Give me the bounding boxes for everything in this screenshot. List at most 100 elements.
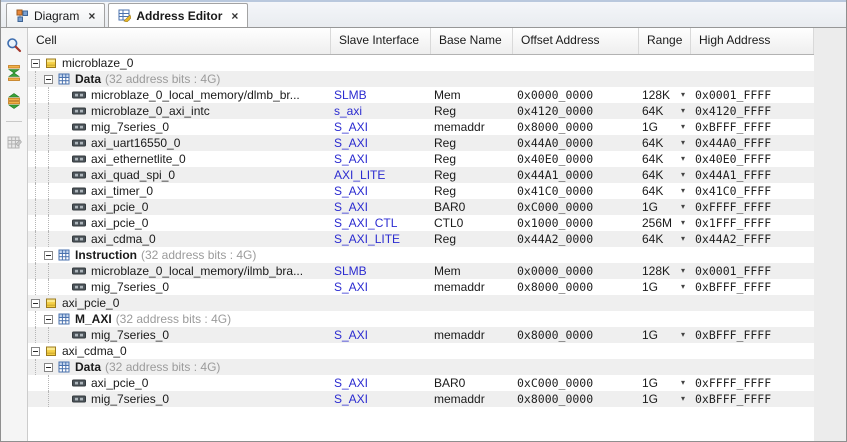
expander-toggle[interactable] xyxy=(44,362,53,372)
column-header-slave-interface[interactable]: Slave Interface xyxy=(331,28,431,54)
table-row[interactable]: mig_7series_0 S_AXI memaddr 0x8000_0000 1G ▾ 0… xyxy=(28,327,814,343)
chevron-down-icon[interactable]: ▾ xyxy=(681,199,685,215)
chevron-down-icon[interactable]: ▾ xyxy=(681,215,685,231)
offset-address-value[interactable]: 0x8000_0000 xyxy=(513,279,639,295)
close-icon[interactable]: × xyxy=(231,9,238,23)
auto-assign-address-icon[interactable] xyxy=(5,133,23,151)
slave-interface-link[interactable]: S_AXI xyxy=(331,199,431,215)
table-row[interactable]: M_AXI (32 address bits : 4G) xyxy=(28,311,814,327)
table-row[interactable]: axi_cdma_0 xyxy=(28,343,814,359)
chevron-down-icon[interactable]: ▾ xyxy=(681,391,685,407)
close-icon[interactable]: × xyxy=(88,9,95,23)
offset-address-value[interactable]: 0xC000_0000 xyxy=(513,199,639,215)
slave-interface-link[interactable]: S_AXI xyxy=(331,135,431,151)
offset-address-value[interactable]: 0x41C0_0000 xyxy=(513,183,639,199)
expander-toggle[interactable] xyxy=(44,250,53,260)
expander-toggle[interactable] xyxy=(31,346,40,356)
offset-address-value[interactable]: 0x44A2_0000 xyxy=(513,231,639,247)
range-dropdown[interactable]: 64K ▾ xyxy=(639,103,691,119)
chevron-down-icon[interactable]: ▾ xyxy=(681,263,685,279)
slave-interface-link[interactable]: S_AXI xyxy=(331,183,431,199)
chevron-down-icon[interactable]: ▾ xyxy=(681,103,685,119)
table-row[interactable]: microblaze_0_axi_intc s_axi Reg 0x4120_0000… xyxy=(28,103,814,119)
offset-address-value[interactable]: 0x0000_0000 xyxy=(513,263,639,279)
column-header-cell[interactable]: Cell xyxy=(28,28,331,54)
range-dropdown[interactable]: 64K ▾ xyxy=(639,151,691,167)
range-dropdown[interactable]: 64K ▾ xyxy=(639,231,691,247)
table-row[interactable]: microblaze_0_local_memory/dlmb_br... SLMB… xyxy=(28,87,814,103)
chevron-down-icon[interactable]: ▾ xyxy=(681,279,685,295)
table-row[interactable]: axi_uart16550_0 S_AXI Reg 0x44A0_0000 64K ▾ 0x… xyxy=(28,135,814,151)
table-row[interactable]: axi_ethernetlite_0 S_AXI Reg 0x40E0_0000 64K… xyxy=(28,151,814,167)
column-header-base-name[interactable]: Base Name xyxy=(431,28,513,54)
range-dropdown[interactable]: 128K ▾ xyxy=(639,263,691,279)
slave-interface-link[interactable]: S_AXI xyxy=(331,279,431,295)
slave-interface-link[interactable]: S_AXI xyxy=(331,391,431,407)
slave-interface-link[interactable]: AXI_LITE xyxy=(331,167,431,183)
offset-address-value[interactable]: 0x0000_0000 xyxy=(513,87,639,103)
range-dropdown[interactable]: 1G ▾ xyxy=(639,119,691,135)
offset-address-value[interactable]: 0x8000_0000 xyxy=(513,327,639,343)
range-dropdown[interactable]: 1G ▾ xyxy=(639,199,691,215)
column-header-high-address[interactable]: High Address xyxy=(691,28,814,54)
expander-toggle[interactable] xyxy=(31,58,40,68)
table-row[interactable]: axi_quad_spi_0 AXI_LITE Reg 0x44A1_0000 64K ▾… xyxy=(28,167,814,183)
slave-interface-link[interactable]: S_AXI xyxy=(331,327,431,343)
table-row[interactable]: Data (32 address bits : 4G) xyxy=(28,359,814,375)
offset-address-value[interactable]: 0x8000_0000 xyxy=(513,391,639,407)
chevron-down-icon[interactable]: ▾ xyxy=(681,231,685,247)
table-row[interactable]: axi_pcie_0 xyxy=(28,295,814,311)
tab-diagram[interactable]: Diagram × xyxy=(6,3,106,27)
chevron-down-icon[interactable]: ▾ xyxy=(681,87,685,103)
chevron-down-icon[interactable]: ▾ xyxy=(681,375,685,391)
table-row[interactable]: Instruction (32 address bits : 4G) xyxy=(28,247,814,263)
range-dropdown[interactable]: 256M ▾ xyxy=(639,215,691,231)
table-row[interactable]: axi_pcie_0 S_AXI BAR0 0xC000_0000 1G ▾ 0xFFFF_… xyxy=(28,375,814,391)
range-dropdown[interactable]: 1G ▾ xyxy=(639,391,691,407)
table-row[interactable]: mig_7series_0 S_AXI memaddr 0x8000_0000 1G ▾ 0… xyxy=(28,391,814,407)
slave-interface-link[interactable]: SLMB xyxy=(331,263,431,279)
range-dropdown[interactable]: 64K ▾ xyxy=(639,183,691,199)
slave-interface-link[interactable]: S_AXI_CTL xyxy=(331,215,431,231)
offset-address-value[interactable]: 0x40E0_0000 xyxy=(513,151,639,167)
range-dropdown[interactable]: 128K ▾ xyxy=(639,87,691,103)
slave-interface-link[interactable]: S_AXI xyxy=(331,119,431,135)
expander-toggle[interactable] xyxy=(31,298,40,308)
chevron-down-icon[interactable]: ▾ xyxy=(681,119,685,135)
expand-all-icon[interactable] xyxy=(5,92,23,110)
offset-address-value[interactable]: 0x4120_0000 xyxy=(513,103,639,119)
range-dropdown[interactable]: 64K ▾ xyxy=(639,167,691,183)
range-dropdown[interactable]: 64K ▾ xyxy=(639,135,691,151)
chevron-down-icon[interactable]: ▾ xyxy=(681,183,685,199)
offset-address-value[interactable]: 0x44A0_0000 xyxy=(513,135,639,151)
offset-address-value[interactable]: 0xC000_0000 xyxy=(513,375,639,391)
search-icon[interactable] xyxy=(5,36,23,54)
table-row[interactable]: mig_7series_0 S_AXI memaddr 0x8000_0000 1G ▾ 0… xyxy=(28,279,814,295)
table-row[interactable]: axi_cdma_0 S_AXI_LITE Reg 0x44A2_0000 64K ▾ 0x… xyxy=(28,231,814,247)
table-row[interactable]: axi_pcie_0 S_AXI BAR0 0xC000_0000 1G ▾ 0xFFFF_… xyxy=(28,199,814,215)
slave-interface-link[interactable]: S_AXI xyxy=(331,151,431,167)
collapse-all-icon[interactable] xyxy=(5,64,23,82)
slave-interface-link[interactable]: S_AXI xyxy=(331,375,431,391)
slave-interface-link[interactable]: SLMB xyxy=(331,87,431,103)
table-row[interactable]: microblaze_0_local_memory/ilmb_bra... SLM… xyxy=(28,263,814,279)
chevron-down-icon[interactable]: ▾ xyxy=(681,167,685,183)
expander-toggle[interactable] xyxy=(44,314,53,324)
chevron-down-icon[interactable]: ▾ xyxy=(681,135,685,151)
range-dropdown[interactable]: 1G ▾ xyxy=(639,327,691,343)
range-dropdown[interactable]: 1G ▾ xyxy=(639,279,691,295)
table-row[interactable]: Data (32 address bits : 4G) xyxy=(28,71,814,87)
column-header-offset-address[interactable]: Offset Address xyxy=(513,28,639,54)
tab-address-editor[interactable]: Address Editor × xyxy=(108,3,249,27)
offset-address-value[interactable]: 0x8000_0000 xyxy=(513,119,639,135)
slave-interface-link[interactable]: s_axi xyxy=(331,103,431,119)
expander-toggle[interactable] xyxy=(44,74,53,84)
chevron-down-icon[interactable]: ▾ xyxy=(681,151,685,167)
offset-address-value[interactable]: 0x44A1_0000 xyxy=(513,167,639,183)
slave-interface-link[interactable]: S_AXI_LITE xyxy=(331,231,431,247)
table-row[interactable]: mig_7series_0 S_AXI memaddr 0x8000_0000 1G ▾ 0… xyxy=(28,119,814,135)
table-row[interactable]: microblaze_0 xyxy=(28,55,814,71)
table-row[interactable]: axi_pcie_0 S_AXI_CTL CTL0 0x1000_0000 256M ▾ 0… xyxy=(28,215,814,231)
column-header-range[interactable]: Range xyxy=(639,28,691,54)
offset-address-value[interactable]: 0x1000_0000 xyxy=(513,215,639,231)
